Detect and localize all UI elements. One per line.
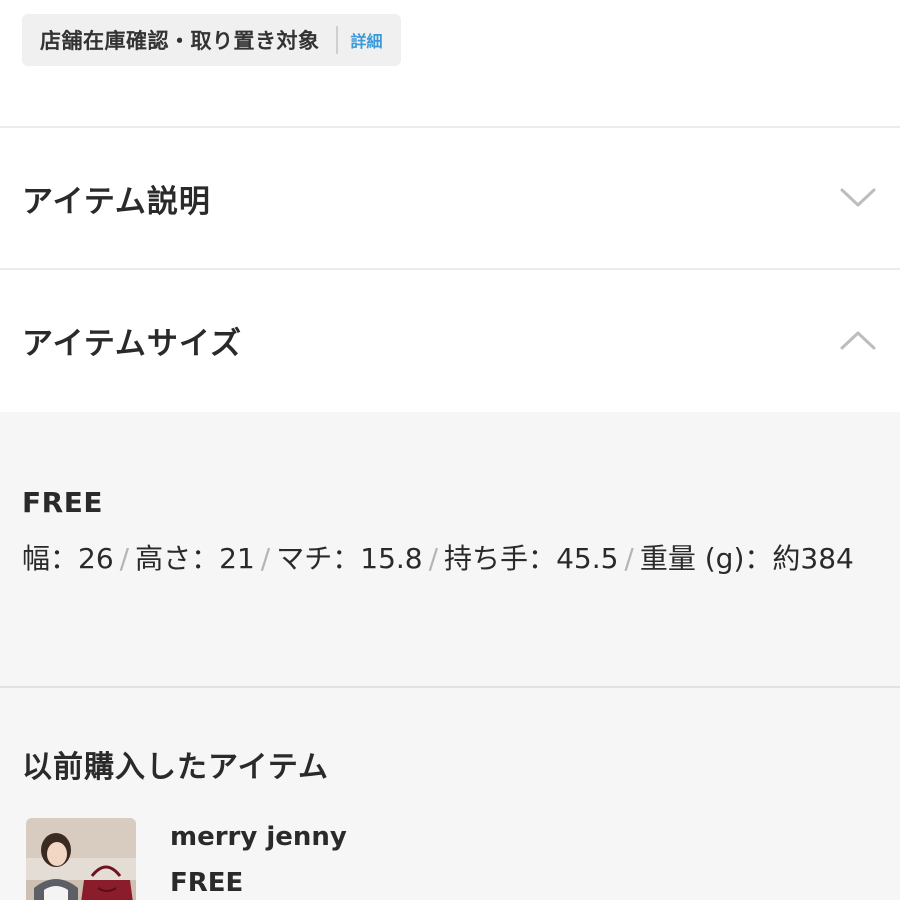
item-thumbnail-image[interactable] xyxy=(26,818,136,900)
product-detail-page: 店舗在庫確認・取り置き対象 詳細 アイテム説明 アイテムサイズ FREE 幅：2… xyxy=(0,0,900,900)
size-measurements: 幅：26/高さ：21/マチ：15.8/持ち手：45.5/重量 (g)：約384 xyxy=(22,532,862,586)
measure-weight: 重量 (g)：約384 xyxy=(639,542,854,575)
store-stock-detail-link[interactable]: 詳細 xyxy=(351,28,383,52)
chevron-up-icon xyxy=(838,328,878,352)
measure-height: 高さ：21 xyxy=(135,542,255,575)
separator: / xyxy=(428,542,439,575)
separator: / xyxy=(119,542,130,575)
measure-width: 幅：26 xyxy=(22,542,114,575)
separator: / xyxy=(260,542,271,575)
item-size-label: FREE xyxy=(170,868,244,898)
accordion-title-description: アイテム説明 xyxy=(22,183,211,220)
accordion-title-size: アイテムサイズ xyxy=(22,325,242,362)
purchase-history-item[interactable]: merry jenny FREE xyxy=(26,818,876,900)
accordion-item-size[interactable]: アイテムサイズ xyxy=(0,270,900,410)
measure-gusset: マチ：15.8 xyxy=(276,542,423,575)
accordion-item-description[interactable]: アイテム説明 xyxy=(0,128,900,268)
purchase-history-title: 以前購入したアイテム xyxy=(22,750,329,785)
measure-handle: 持ち手：45.5 xyxy=(444,542,619,575)
size-name: FREE xyxy=(22,486,103,519)
item-brand-name: merry jenny xyxy=(170,822,347,852)
chevron-down-icon xyxy=(838,186,878,210)
separator: / xyxy=(624,542,634,575)
store-stock-label: 店舗在庫確認・取り置き対象 xyxy=(40,29,320,53)
store-stock-reserve-badge[interactable]: 店舗在庫確認・取り置き対象 詳細 xyxy=(22,14,401,66)
divider xyxy=(0,686,900,688)
pill-divider xyxy=(335,26,338,54)
